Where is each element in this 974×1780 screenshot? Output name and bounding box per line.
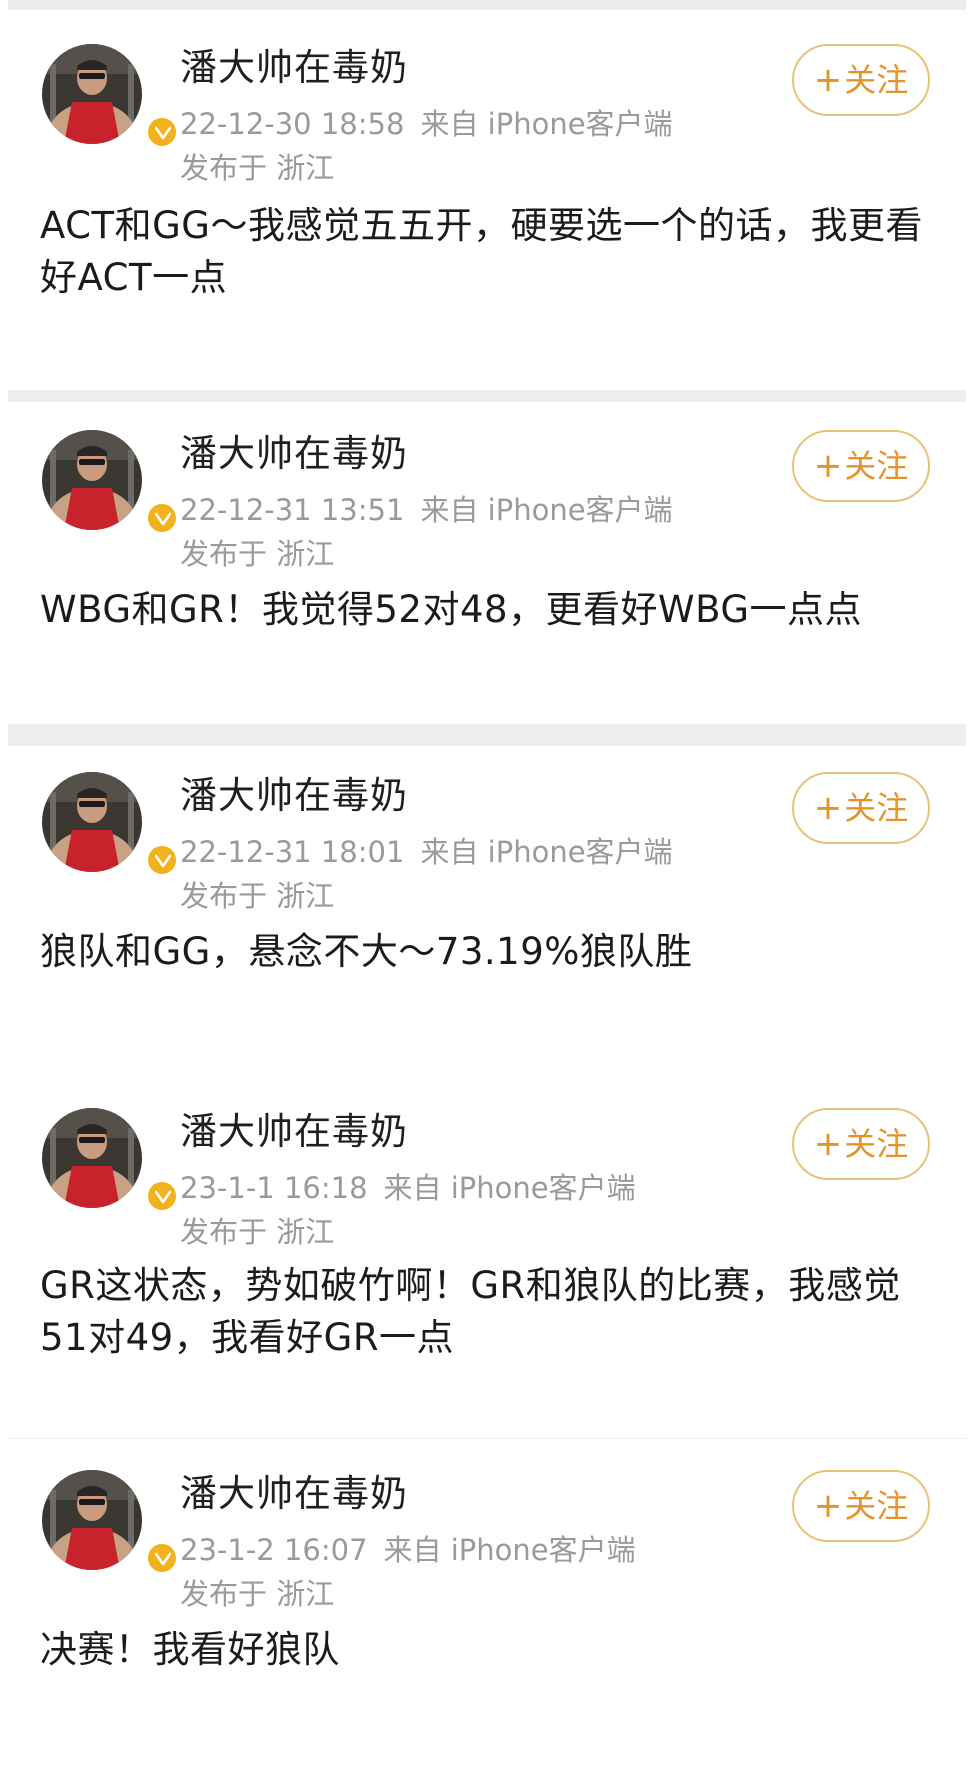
user-avatar[interactable] [42, 44, 178, 148]
follow-button[interactable]: +关注 [792, 1470, 930, 1542]
post-text: 决赛！我看好狼队 [40, 1628, 340, 1671]
post-meta: 22-12-30 18:58 来自 iPhone客户端 [180, 106, 673, 142]
username[interactable]: 潘大帅在毒奶 [180, 432, 408, 476]
username[interactable]: 潘大帅在毒奶 [180, 1110, 408, 1154]
follow-label: 关注 [844, 1125, 909, 1163]
post-time: 22-12-30 18:58 [180, 107, 405, 141]
verified-badge-icon [146, 116, 178, 148]
follow-button[interactable]: +关注 [792, 1108, 930, 1180]
post-time: 22-12-31 18:01 [180, 835, 405, 869]
username[interactable]: 潘大帅在毒奶 [180, 774, 408, 818]
username[interactable]: 潘大帅在毒奶 [180, 1472, 408, 1516]
follow-button[interactable]: +关注 [792, 44, 930, 116]
post-source: 来自 iPhone客户端 [383, 1533, 636, 1567]
username[interactable]: 潘大帅在毒奶 [180, 46, 408, 90]
post-source: 来自 iPhone客户端 [383, 1171, 636, 1205]
verified-badge-icon [146, 844, 178, 876]
user-avatar[interactable] [42, 1470, 178, 1574]
plus-icon: + [813, 446, 843, 486]
post-text: WBG和GR！我觉得52对48，更看好WBG一点点 [40, 588, 863, 631]
top-divider [8, 0, 966, 10]
post-meta: 23-1-2 16:07 来自 iPhone客户端 [180, 1532, 636, 1568]
post-location: 发布于 浙江 [180, 537, 335, 571]
post-separator [8, 390, 966, 402]
verified-badge-icon [146, 502, 178, 534]
user-avatar[interactable] [42, 430, 178, 534]
post-location: 发布于 浙江 [180, 1577, 335, 1611]
plus-icon: + [813, 1486, 843, 1526]
post-meta: 22-12-31 18:01 来自 iPhone客户端 [180, 834, 673, 870]
weibo-feed: 潘大帅在毒奶 22-12-30 18:58 来自 iPhone客户端 发布于 浙江… [0, 0, 974, 1780]
post-location: 发布于 浙江 [180, 879, 335, 913]
post-meta: 23-1-1 16:18 来自 iPhone客户端 [180, 1170, 636, 1206]
post-source: 来自 iPhone客户端 [420, 835, 673, 869]
post-separator [8, 1438, 966, 1439]
post-location: 发布于 浙江 [180, 1215, 335, 1249]
follow-button[interactable]: +关注 [792, 430, 930, 502]
post-text: 狼队和GG，悬念不大～73.19%狼队胜 [40, 930, 693, 973]
plus-icon: + [813, 60, 843, 100]
post-source: 来自 iPhone客户端 [420, 107, 673, 141]
post-time: 23-1-2 16:07 [180, 1533, 368, 1567]
follow-button[interactable]: +关注 [792, 772, 930, 844]
plus-icon: + [813, 1124, 843, 1164]
post-meta: 22-12-31 13:51 来自 iPhone客户端 [180, 492, 673, 528]
verified-badge-icon [146, 1180, 178, 1212]
post-time: 23-1-1 16:18 [180, 1171, 368, 1205]
plus-icon: + [813, 788, 843, 828]
follow-label: 关注 [844, 447, 909, 485]
verified-badge-icon [146, 1542, 178, 1574]
user-avatar[interactable] [42, 772, 178, 876]
follow-label: 关注 [844, 61, 909, 99]
post-time: 22-12-31 13:51 [180, 493, 405, 527]
post-source: 来自 iPhone客户端 [420, 493, 673, 527]
post-text: GR这状态，势如破竹啊！GR和狼队的比赛，我感觉51对49，我看好GR一点 [40, 1264, 901, 1359]
post-location: 发布于 浙江 [180, 151, 335, 185]
post-text: ACT和GG～我感觉五五开，硬要选一个的话，我更看好ACT一点 [40, 204, 923, 299]
follow-label: 关注 [844, 1487, 909, 1525]
post-separator [8, 724, 966, 746]
user-avatar[interactable] [42, 1108, 178, 1212]
follow-label: 关注 [844, 789, 909, 827]
